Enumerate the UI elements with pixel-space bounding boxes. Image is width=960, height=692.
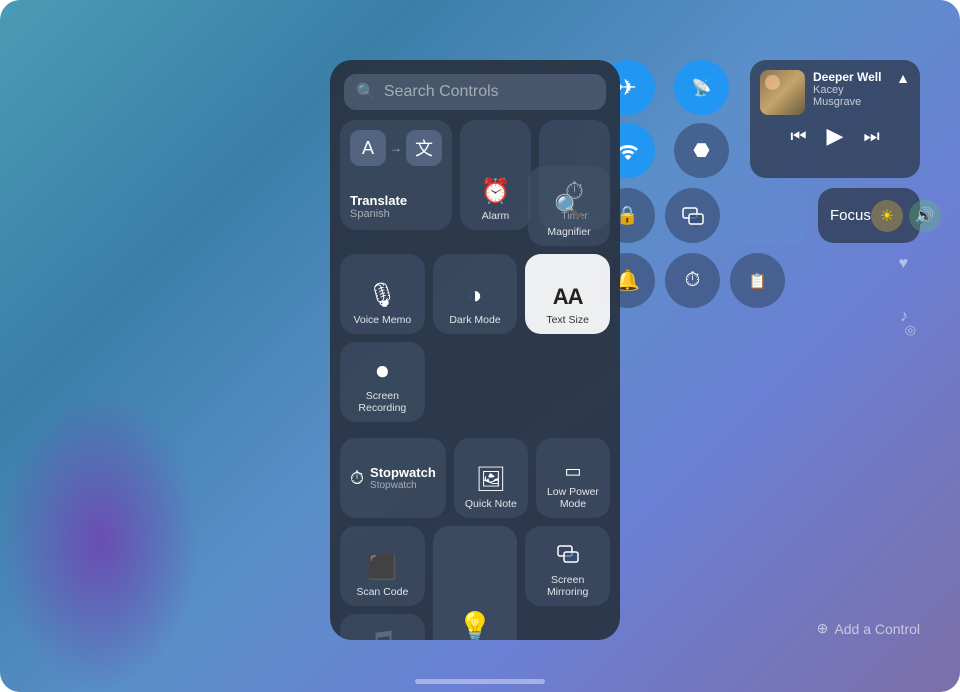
low-power-label: Low Power Mode [542, 486, 604, 510]
scan-code-label: Scan Code [356, 586, 408, 598]
dark-mode-icon: ◑ [468, 282, 483, 310]
translate-arrow: → [390, 141, 402, 155]
quick-note-icon: 🖼 [476, 465, 506, 494]
magnifier-control[interactable]: 🔍 Magnifier [528, 166, 610, 246]
search-input[interactable] [384, 83, 594, 101]
wifi-calling-button[interactable]: 📡 [674, 60, 729, 115]
media-top: Deeper Well Kacey Musgrave ▲ [760, 70, 910, 115]
fast-forward-button[interactable]: ⏭ [863, 126, 879, 147]
translate-icons: A → 文 [350, 130, 442, 166]
focus-card: Focus ☀ 🔊 [818, 188, 920, 243]
text-size-icon: AA [553, 284, 583, 310]
stopwatch-row: ⏱ Stopwatch Stopwatch 🖼 Quick Note ▭ Low… [340, 350, 610, 518]
add-control-label: Add a Control [834, 621, 920, 637]
dark-mode-control[interactable]: ◑ Dark Mode [433, 254, 518, 334]
translate-icon-b: 文 [406, 130, 442, 166]
cc-bottom-row: 🔔 ⏱ 📋 [600, 253, 920, 308]
focus-icons: ☀ 🔊 [871, 200, 941, 232]
control-center-panel: ✈ 📡 ⬣ Deeper Well Kacey Musgrave ▲ ⏮ ▶ ⏭ [600, 60, 920, 338]
screen-mirroring-control[interactable]: Screen Mirroring [525, 526, 610, 606]
voice-memo-icon: 🎙 [367, 281, 397, 310]
panel-content: A → 文 Translate Spanish ⏰ Alarm ⏱ Timer [330, 120, 620, 518]
recognize-music-icon: 🎵 [367, 629, 397, 640]
connectivity-grid: ✈ 📡 ⬣ [600, 60, 740, 178]
sun-icon-button[interactable]: ☀ [871, 200, 903, 232]
music-note-icon: ♪ [900, 308, 908, 326]
low-power-icon: ▭ [564, 461, 581, 482]
cc-mid-row: 🔒 Focus ☀ 🔊 [600, 188, 920, 243]
heart-icon: ♥ [899, 255, 909, 273]
home-scene-icon: 💡 [458, 610, 493, 640]
magnifier-label: Magnifier [547, 226, 590, 238]
stopwatch-icon: ⏱ [350, 468, 364, 489]
media-card: Deeper Well Kacey Musgrave ▲ ⏮ ▶ ⏭ [750, 60, 920, 178]
controls-bottom-rows: ⬛ Scan Code 💡 Scene or Accessory Home Sc… [330, 526, 620, 640]
focus-label: Focus [830, 207, 871, 224]
rewind-button[interactable]: ⏮ [790, 126, 806, 147]
home-scene-control[interactable]: 💡 Scene or Accessory Home [433, 526, 518, 640]
text-size-label: Text Size [546, 314, 589, 326]
magnifier-icon: 🔍 [554, 193, 584, 222]
media-title: Deeper Well [813, 70, 888, 84]
media-controls: ⏮ ▶ ⏭ [760, 123, 910, 149]
translate-icon-a: A [350, 130, 386, 166]
stopwatch-labels: Stopwatch Stopwatch [370, 465, 436, 491]
cc-top-row: ✈ 📡 ⬣ Deeper Well Kacey Musgrave ▲ ⏮ ▶ ⏭ [600, 60, 920, 178]
quick-note-label: Quick Note [465, 498, 517, 510]
speaker-icon-button[interactable]: 🔊 [909, 200, 941, 232]
add-control-icon: ⊕ [817, 620, 829, 637]
stopwatch-wide-control[interactable]: ⏱ Stopwatch Stopwatch [340, 438, 446, 518]
low-power-control[interactable]: ▭ Low Power Mode [536, 438, 610, 518]
airplay-icon[interactable]: ▲ [896, 70, 910, 86]
dark-mode-label: Dark Mode [449, 314, 500, 326]
search-icon: 🔍 [356, 82, 376, 102]
scan-code-icon: ⬛ [367, 553, 397, 582]
screen-mirroring-icon [557, 542, 579, 570]
signal-indicator: ◎ [600, 322, 920, 338]
volume-brightness-area [730, 188, 808, 243]
controls-row-1b: 🔍 Magnifier [340, 166, 610, 246]
recognize-music-control[interactable]: 🎵 Recognize Music [340, 614, 425, 640]
play-pause-button[interactable]: ▶ [827, 123, 844, 149]
voice-memo-control[interactable]: 🎙 Voice Memo [340, 254, 425, 334]
screen-mirror-button[interactable] [665, 188, 720, 243]
media-artist: Kacey Musgrave [813, 84, 888, 108]
stopwatch-sublabel: Stopwatch [370, 480, 436, 491]
bluetooth-button[interactable]: ⬣ [674, 123, 729, 178]
add-control-button[interactable]: ⊕ Add a Control [817, 620, 920, 637]
quick-note-control[interactable]: 🖼 Quick Note [454, 438, 528, 518]
album-art [760, 70, 805, 115]
screen-mirroring-label: Screen Mirroring [531, 574, 604, 598]
timer-button[interactable]: ⏱ [665, 253, 720, 308]
home-indicator [415, 679, 545, 684]
note-button[interactable]: 📋 [730, 253, 785, 308]
media-info: Deeper Well Kacey Musgrave [813, 70, 888, 108]
scan-code-control[interactable]: ⬛ Scan Code [340, 526, 425, 606]
text-size-control[interactable]: AA Text Size [525, 254, 610, 334]
search-bar: 🔍 [344, 74, 606, 110]
controls-row-2: 🎙 Voice Memo ◑ Dark Mode AA Text Size [340, 254, 610, 334]
voice-memo-label: Voice Memo [353, 314, 411, 326]
add-controls-panel: 🔍 A → 文 Translate Spanish ⏰ Alarm [330, 60, 620, 640]
stopwatch-label: Stopwatch [370, 465, 436, 480]
